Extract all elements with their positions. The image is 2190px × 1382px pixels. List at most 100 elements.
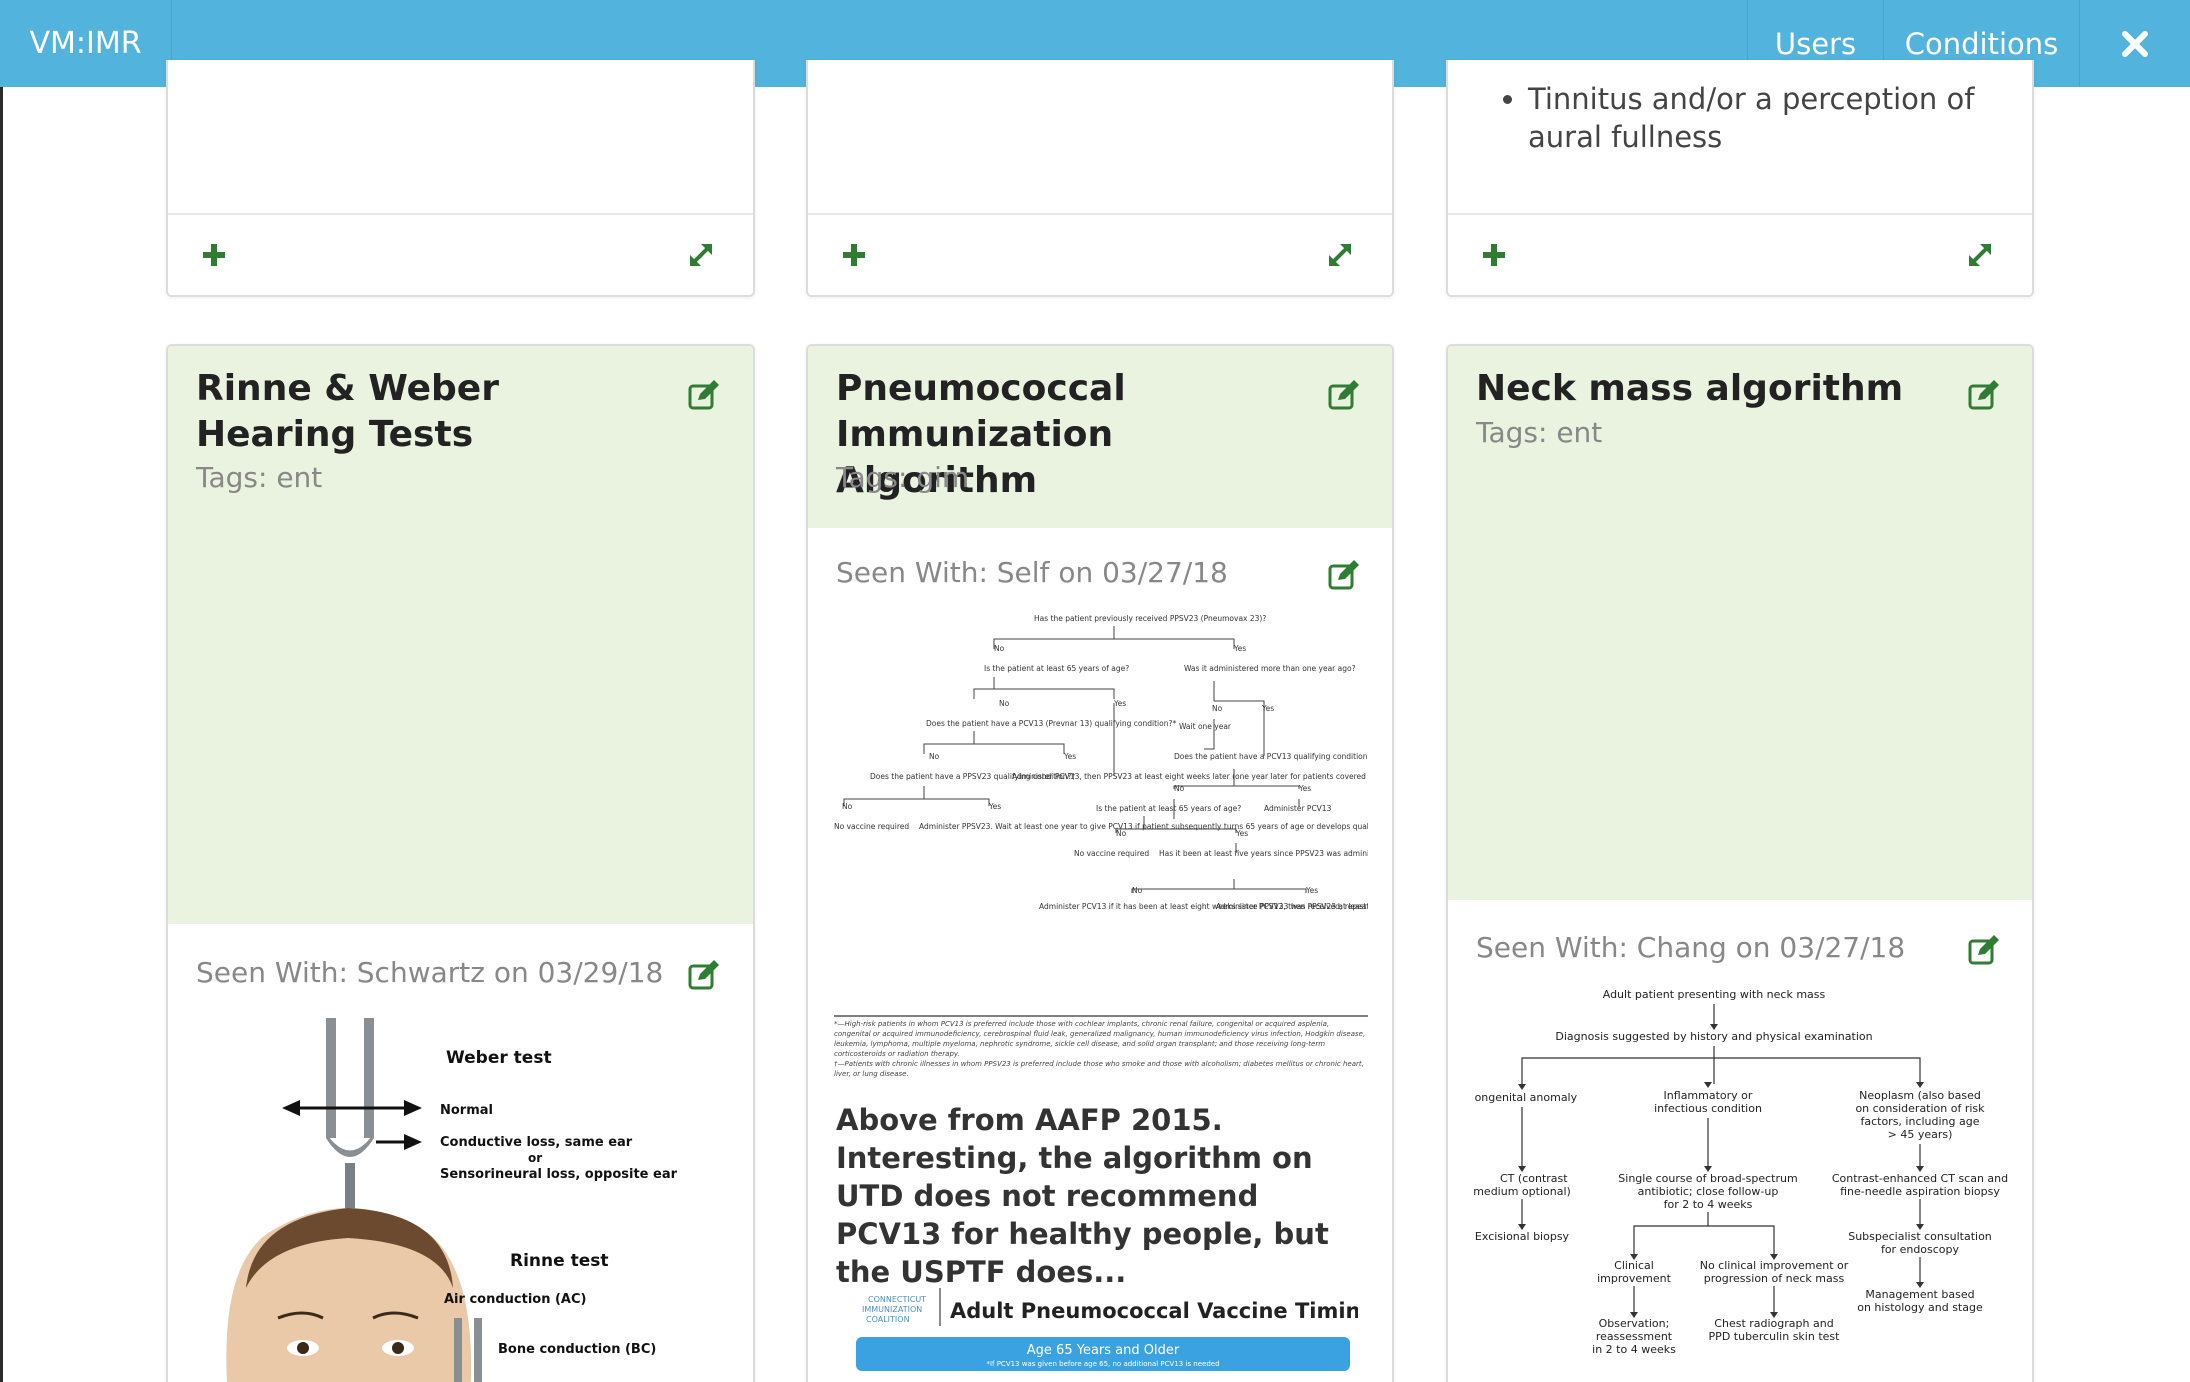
svg-text:on consideration of risk: on consideration of risk [1855, 1102, 1985, 1115]
svg-text:Yes: Yes [1261, 704, 1274, 713]
q4-text: Does the patient have a PCV13 (Prevnar 1… [926, 719, 1176, 728]
svg-text:No: No [929, 752, 940, 761]
svg-text:PPD tuberculin skin test: PPD tuberculin skin test [1709, 1330, 1841, 1343]
weber-label: Weber test [446, 1048, 552, 1068]
svg-text:Congenital anomaly: Congenital anomaly [1474, 1091, 1578, 1104]
neck-mass-algorithm-figure: Adult patient presenting with neck mass … [1474, 988, 2008, 1356]
svg-text:Yes: Yes [1235, 829, 1248, 838]
a1-text: Administer PCV13, then PPSV23 at least e… [1012, 772, 1368, 781]
edit-icon[interactable] [1328, 380, 1360, 410]
svg-text:Yes: Yes [1113, 699, 1126, 708]
svg-text:Single course of broad-spectru: Single course of broad-spectrum [1618, 1172, 1797, 1185]
svg-text:for endoscopy: for endoscopy [1881, 1243, 1960, 1256]
svg-text:CT (contrast: CT (contrast [1500, 1172, 1568, 1185]
footnote-2: †—Patients with chronic illnesses in who… [834, 1060, 1364, 1078]
svg-text:*If PCV13 was given before age: *If PCV13 was given before age 65, no ad… [986, 1360, 1219, 1368]
condition-card-rinne-weber: Rinne & Weber Hearing Tests Tags: ent Se… [166, 344, 755, 1382]
svg-text:No: No [1132, 886, 1143, 895]
card-tags: Tags: gim [836, 461, 970, 494]
card-header: Pneumococcal Immunization Algorithm Tags… [808, 346, 1392, 528]
card-tags: Tags: ent [196, 461, 323, 494]
svg-text:Management based: Management based [1865, 1288, 1974, 1301]
svg-text:No: No [1212, 704, 1223, 713]
sensorineural-label: Sensorineural loss, opposite ear [440, 1167, 678, 1182]
svg-text:Excisional biopsy: Excisional biopsy [1475, 1230, 1570, 1243]
svg-text:No: No [1174, 784, 1185, 793]
svg-text:Diagnosis suggested by history: Diagnosis suggested by history and physi… [1555, 1030, 1872, 1043]
svg-text:infectious condition: infectious condition [1654, 1102, 1762, 1115]
svg-text:Inflammatory or: Inflammatory or [1664, 1089, 1753, 1102]
svg-text:Age 65 Years and Older: Age 65 Years and Older [1027, 1343, 1180, 1358]
svg-text:Subspecialist consultation: Subspecialist consultation [1848, 1230, 1992, 1243]
svg-text:fine-needle aspiration biopsy: fine-needle aspiration biopsy [1840, 1185, 2000, 1198]
condition-card-top-2 [806, 60, 1394, 297]
svg-text:> 45 years): > 45 years) [1888, 1128, 1953, 1141]
svg-text:Yes: Yes [988, 802, 1001, 811]
svg-text:antibiotic; close follow-up: antibiotic; close follow-up [1638, 1185, 1779, 1198]
add-icon[interactable] [1480, 241, 1508, 269]
close-button[interactable] [2079, 0, 2190, 87]
or-label: or [528, 1151, 542, 1165]
expand-icon[interactable] [685, 239, 717, 271]
svg-text:COALITION: COALITION [866, 1315, 910, 1324]
q2-text: Is the patient at least 65 years of age? [984, 664, 1129, 673]
svg-text:CONNECTICUT: CONNECTICUT [868, 1295, 926, 1304]
svg-text:Yes: Yes [1305, 886, 1318, 895]
card-title[interactable]: Rinne & Weber Hearing Tests [196, 366, 666, 458]
card-footer [808, 213, 1392, 295]
svg-text:Yes: Yes [1233, 644, 1246, 653]
card-footer [1448, 213, 2032, 295]
seen-with-note: Seen With: Chang on 03/27/18 [1476, 931, 1906, 964]
card-footer [168, 213, 753, 295]
svg-text:reassessment: reassessment [1596, 1330, 1673, 1343]
rinne-weber-figure: Weber test Normal Conductive loss, same … [226, 1018, 678, 1382]
svg-text:factors, including age: factors, including age [1860, 1115, 1979, 1128]
edit-icon[interactable] [1328, 560, 1360, 590]
card-header: Neck mass algorithm Tags: ent [1448, 346, 2032, 900]
condition-card-pneumococcal: Pneumococcal Immunization Algorithm Tags… [806, 344, 1394, 1382]
expand-icon[interactable] [1324, 239, 1356, 271]
edit-icon[interactable] [1968, 380, 2000, 410]
svg-text:medium optional): medium optional) [1474, 1185, 1571, 1198]
card-header: Rinne & Weber Hearing Tests Tags: ent [168, 346, 753, 924]
rinne-label: Rinne test [510, 1251, 608, 1271]
edit-icon[interactable] [688, 380, 720, 410]
footnote-1: *—High-risk patients in whom PCV13 is pr… [834, 1020, 1366, 1058]
add-icon[interactable] [840, 241, 868, 269]
svg-text:Neoplasm (also based: Neoplasm (also based [1859, 1089, 1981, 1102]
svg-text:No: No [994, 644, 1005, 653]
conductive-label: Conductive loss, same ear [440, 1135, 633, 1150]
edit-icon[interactable] [688, 960, 720, 990]
q5-text: Does the patient have a PCV13 qualifying… [1174, 752, 1368, 761]
card-title[interactable]: Neck mass algorithm [1476, 366, 1946, 412]
symptom-item: Tinnitus and/or a perception of aural fu… [1528, 80, 2012, 156]
a5-text: Administer PCV13, then PPSV23 at least e… [1216, 902, 1368, 911]
card-tags: Tags: ent [1476, 416, 1603, 449]
svg-text:No: No [1116, 829, 1127, 838]
svg-text:Chest radiograph and: Chest radiograph and [1714, 1317, 1833, 1330]
ac-label: Air conduction (AC) [444, 1292, 586, 1307]
symptom-list: Tinnitus and/or a perception of aural fu… [1528, 80, 2012, 156]
vaccine-timing-figure: CONNECTICUT IMMUNIZATION COALITION Adult… [856, 1288, 1358, 1371]
no-vaccine-text: No vaccine required [834, 822, 909, 831]
no-vaccine-text-2: No vaccine required [1074, 849, 1149, 858]
svg-text:Yes: Yes [1298, 784, 1311, 793]
brand-link[interactable]: VM:IMR [0, 0, 172, 87]
edit-icon[interactable] [1968, 935, 2000, 965]
svg-text:Adult patient presenting with: Adult patient presenting with neck mass [1603, 988, 1826, 1001]
svg-text:Contrast-enhanced CT scan and: Contrast-enhanced CT scan and [1832, 1172, 2008, 1185]
expand-icon[interactable] [1964, 239, 1996, 271]
a2-text: Administer PCV13 [1264, 804, 1332, 813]
q1-text: Has the patient previously received PPSV… [1034, 614, 1266, 623]
vaccine-timing-title: Adult Pneumococcal Vaccine Timing [950, 1299, 1358, 1323]
svg-text:Yes: Yes [1063, 752, 1076, 761]
q7-text: Is the patient at least 65 years of age? [1096, 804, 1241, 813]
svg-text:IMMUNIZATION: IMMUNIZATION [862, 1305, 922, 1314]
q8-text: Has it been at least five years since PP… [1159, 849, 1368, 858]
add-icon[interactable] [200, 241, 228, 269]
seen-with-note: Seen With: Schwartz on 03/29/18 [196, 956, 664, 989]
svg-text:Clinical: Clinical [1614, 1259, 1654, 1272]
svg-text:for 2 to 4 weeks: for 2 to 4 weeks [1664, 1198, 1753, 1211]
pneumococcal-algorithm-figure: Has the patient previously received PPSV… [834, 614, 1368, 1078]
wait-text: Wait one year [1179, 722, 1232, 731]
